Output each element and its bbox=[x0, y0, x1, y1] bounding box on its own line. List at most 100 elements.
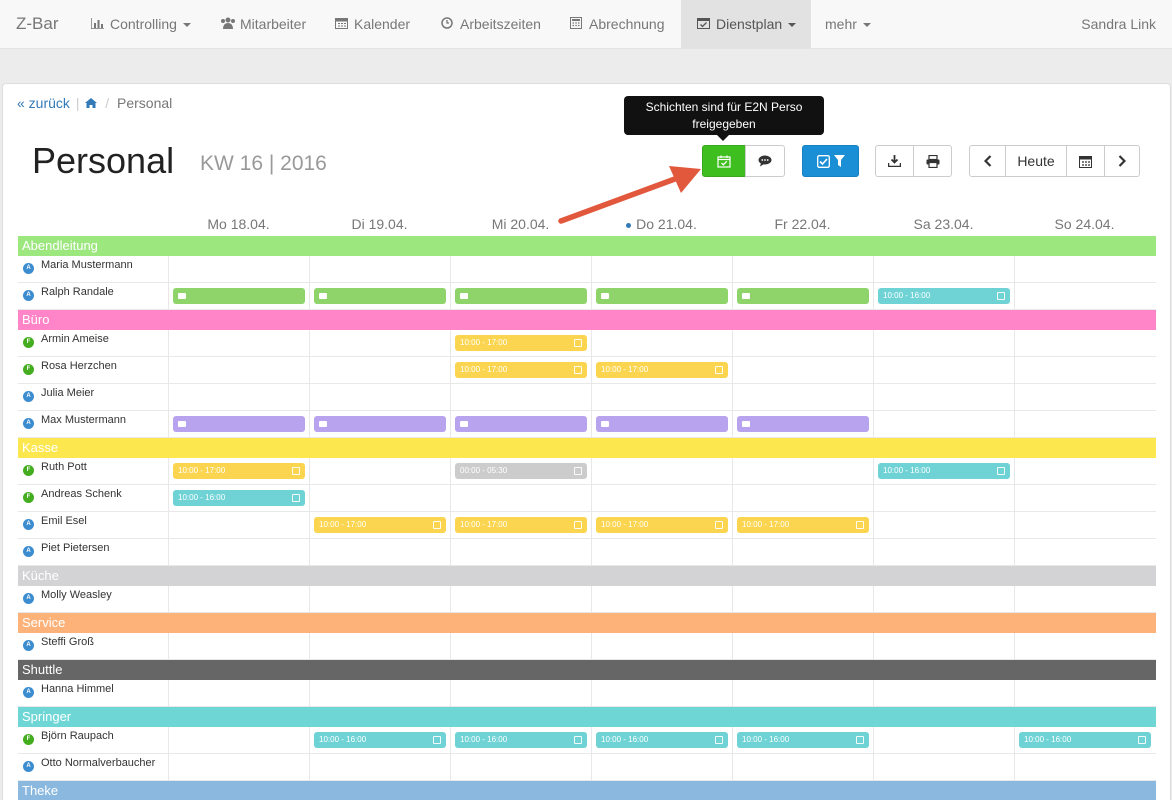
today-button[interactable]: Heute bbox=[1005, 145, 1067, 177]
cell-divider bbox=[591, 384, 592, 411]
cell-divider bbox=[1014, 727, 1015, 754]
comments-button[interactable] bbox=[745, 145, 785, 177]
shift-block[interactable]: 10:00 - 17:00 bbox=[737, 517, 869, 533]
shift-block[interactable] bbox=[596, 416, 728, 432]
shift-block[interactable]: 10:00 - 17:00 bbox=[455, 362, 587, 378]
shift-block[interactable] bbox=[737, 288, 869, 304]
shift-block[interactable] bbox=[314, 288, 446, 304]
shift-block[interactable] bbox=[455, 416, 587, 432]
day-label: Mo 18.04. bbox=[207, 216, 270, 232]
employee-name[interactable]: Piet Pietersen bbox=[41, 542, 109, 554]
cell-divider bbox=[873, 411, 874, 438]
print-icon bbox=[926, 154, 940, 168]
shift-block[interactable]: 10:00 - 16:00 bbox=[1019, 732, 1151, 748]
group-header: Theke bbox=[18, 781, 1156, 800]
shift-block[interactable]: 10:00 - 17:00 bbox=[455, 335, 587, 351]
employee-name[interactable]: Julia Meier bbox=[41, 387, 94, 399]
shift-block[interactable]: 10:00 - 16:00 bbox=[314, 732, 446, 748]
shift-block[interactable]: 10:00 - 16:00 bbox=[878, 463, 1010, 479]
nav-dienstplan[interactable]: Dienstplan bbox=[681, 0, 811, 49]
cell-divider bbox=[309, 256, 310, 283]
employee-name[interactable]: Hanna Himmel bbox=[41, 683, 114, 695]
shift-block[interactable] bbox=[455, 288, 587, 304]
shift-block[interactable]: 10:00 - 17:00 bbox=[314, 517, 446, 533]
shift-block[interactable]: 10:00 - 17:00 bbox=[455, 517, 587, 533]
employee-name[interactable]: Molly Weasley bbox=[41, 589, 112, 601]
cell-divider bbox=[450, 586, 451, 613]
shift-block[interactable]: 10:00 - 16:00 bbox=[596, 732, 728, 748]
cell-divider bbox=[309, 680, 310, 707]
back-link[interactable]: « zurück bbox=[17, 95, 70, 111]
shift-block[interactable]: 00:00 - 05:30 bbox=[455, 463, 587, 479]
home-icon[interactable] bbox=[85, 95, 98, 108]
shift-block[interactable]: 10:00 - 17:00 bbox=[173, 463, 305, 479]
shift-time: 10:00 - 17:00 bbox=[742, 520, 790, 529]
cell-divider bbox=[591, 411, 592, 438]
calendar-check-icon bbox=[696, 1, 710, 50]
clock-icon bbox=[440, 1, 454, 50]
shift-time: 10:00 - 17:00 bbox=[460, 520, 508, 529]
download-button[interactable] bbox=[875, 145, 914, 177]
employee-name[interactable]: Armin Ameise bbox=[41, 333, 109, 345]
cell-divider bbox=[168, 384, 169, 411]
employee-name[interactable]: Rosa Herzchen bbox=[41, 360, 117, 372]
cell-divider bbox=[168, 680, 169, 707]
employee-name[interactable]: Ralph Randale bbox=[41, 286, 114, 298]
shift-block[interactable]: 10:00 - 17:00 bbox=[596, 362, 728, 378]
shift-block[interactable] bbox=[596, 288, 728, 304]
shift-block[interactable]: 10:00 - 16:00 bbox=[455, 732, 587, 748]
cell-divider bbox=[732, 539, 733, 566]
suitcase-icon bbox=[601, 293, 609, 299]
nav-mitarbeiter[interactable]: Mitarbeiter bbox=[220, 0, 306, 49]
print-button[interactable] bbox=[913, 145, 952, 177]
shift-block[interactable] bbox=[173, 416, 305, 432]
nav-kalender[interactable]: Kalender bbox=[334, 0, 410, 49]
user-menu[interactable]: Sandra Link bbox=[1081, 0, 1156, 49]
employee-name[interactable]: Emil Esel bbox=[41, 515, 87, 527]
day-label: Di 19.04. bbox=[351, 216, 408, 232]
calendar-icon bbox=[574, 521, 582, 529]
cell-divider bbox=[873, 512, 874, 539]
employee-name[interactable]: Andreas Schenk bbox=[41, 488, 122, 500]
calendar-icon bbox=[715, 736, 723, 744]
shift-block[interactable]: 10:00 - 17:00 bbox=[596, 517, 728, 533]
nav-abrechnung[interactable]: Abrechnung bbox=[569, 0, 665, 49]
calendar-icon bbox=[856, 521, 864, 529]
shift-block[interactable] bbox=[314, 416, 446, 432]
next-week-button[interactable] bbox=[1104, 145, 1140, 177]
employee-row: A Molly Weasley bbox=[18, 586, 1156, 613]
shift-block[interactable]: 10:00 - 16:00 bbox=[173, 490, 305, 506]
shift-block[interactable]: 10:00 - 16:00 bbox=[737, 732, 869, 748]
employee-name[interactable]: Otto Normalverbaucher bbox=[41, 757, 155, 769]
employee-name[interactable]: Ruth Pott bbox=[41, 461, 87, 473]
page-subtitle: KW 16 | 2016 bbox=[200, 152, 327, 175]
date-picker-button[interactable] bbox=[1066, 145, 1105, 177]
employee-name[interactable]: Björn Raupach bbox=[41, 730, 114, 742]
breadcrumb-divider: | bbox=[75, 95, 80, 111]
cell-divider bbox=[732, 458, 733, 485]
employee-name[interactable]: Maria Mustermann bbox=[41, 259, 133, 271]
shift-block[interactable] bbox=[737, 416, 869, 432]
calendar-icon bbox=[292, 467, 300, 475]
day-header: Mo 18.04. bbox=[168, 216, 309, 232]
employee-name[interactable]: Max Mustermann bbox=[41, 414, 126, 426]
filter-button[interactable] bbox=[802, 145, 859, 177]
brand-logo[interactable]: Z-Bar bbox=[16, 14, 59, 34]
nav-controlling[interactable]: Controlling bbox=[89, 0, 191, 50]
cell-divider bbox=[450, 411, 451, 438]
employee-name[interactable]: Steffi Groß bbox=[41, 636, 94, 648]
cell-divider bbox=[1014, 357, 1015, 384]
release-shifts-button[interactable] bbox=[702, 145, 746, 177]
shift-time: 10:00 - 17:00 bbox=[319, 520, 367, 529]
calendar-icon bbox=[715, 521, 723, 529]
prev-week-button[interactable] bbox=[969, 145, 1006, 177]
nav-arbeitszeiten[interactable]: Arbeitszeiten bbox=[440, 0, 541, 49]
day-header: Di 19.04. bbox=[309, 216, 450, 232]
shift-block[interactable] bbox=[173, 288, 305, 304]
bar-chart-icon bbox=[89, 1, 104, 50]
nav-mehr[interactable]: mehr bbox=[825, 0, 871, 49]
cell-divider bbox=[732, 330, 733, 357]
calendar-icon bbox=[433, 736, 441, 744]
shift-block[interactable]: 10:00 - 16:00 bbox=[878, 288, 1010, 304]
employee-badge: A bbox=[23, 290, 34, 301]
